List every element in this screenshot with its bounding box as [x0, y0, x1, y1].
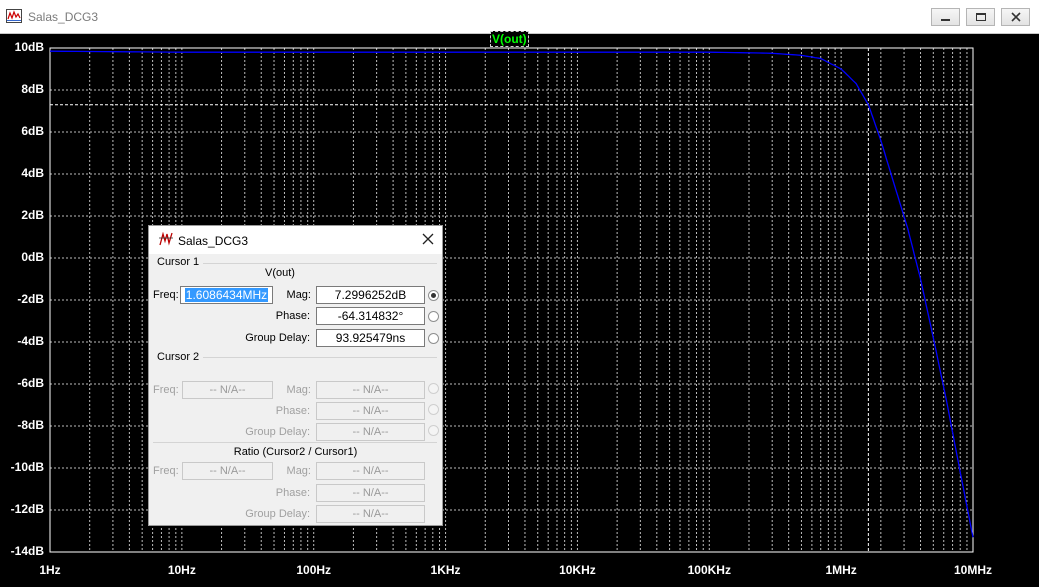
- cursor2-phase-field: -- N/A--: [316, 402, 425, 420]
- y-tick-label: -14dB: [10, 544, 44, 558]
- ratio-gd-field: -- N/A--: [316, 505, 425, 523]
- y-tick-label: 6dB: [21, 124, 44, 138]
- minimize-icon: [941, 19, 950, 21]
- cursor2-phase-label: Phase:: [275, 405, 310, 417]
- cursor-dialog: Salas_DCG3 Cursor 1 V(out) Freq: 1.60864…: [148, 225, 443, 526]
- x-tick-label: 1MHz: [825, 563, 857, 577]
- ratio-phase-label: Phase:: [275, 487, 310, 499]
- y-tick-label: -10dB: [10, 460, 44, 474]
- ratio-mag-field: -- N/A--: [316, 462, 425, 480]
- ratio-mag-label: Mag:: [286, 465, 311, 477]
- y-tick-label: 4dB: [21, 166, 44, 180]
- y-tick-label: 8dB: [21, 82, 44, 96]
- cursor1-mag-field[interactable]: 7.2996252dB: [316, 286, 425, 304]
- divider: [203, 263, 437, 264]
- x-tick-label: 10KHz: [559, 563, 596, 577]
- x-tick-label: 1Hz: [39, 563, 61, 577]
- restore-icon: [976, 13, 986, 21]
- x-tick-label: 10Hz: [167, 563, 196, 577]
- y-tick-label: 0dB: [21, 250, 44, 264]
- window-title: Salas_DCG3: [28, 10, 99, 24]
- cursor1-gd-label: Group Delay:: [245, 332, 310, 344]
- cursor2-gd-label: Group Delay:: [245, 426, 310, 438]
- cursor1-mag-radio[interactable]: [428, 290, 439, 301]
- ratio-phase-field: -- N/A--: [316, 484, 425, 502]
- ratio-freq-label: Freq:: [153, 465, 179, 477]
- divider: [203, 357, 437, 358]
- cursor2-heading: Cursor 2: [157, 351, 200, 363]
- x-tick-label: 10MHz: [953, 563, 992, 577]
- cursor2-mag-radio: [428, 383, 439, 394]
- cursor1-trace: V(out): [265, 267, 295, 279]
- x-tick-label: 100KHz: [687, 563, 731, 577]
- y-tick-label: -12dB: [10, 502, 44, 516]
- cursor1-phase-label: Phase:: [275, 310, 310, 322]
- close-icon: [1011, 12, 1021, 22]
- trace-label-vout[interactable]: V(out): [490, 31, 529, 47]
- dialog-header: Salas_DCG3: [149, 226, 442, 254]
- cursor2-gd-field: -- N/A--: [316, 423, 425, 441]
- y-tick-label: -4dB: [17, 334, 44, 348]
- close-icon[interactable]: [421, 232, 435, 246]
- cursor1-freq-label: Freq:: [153, 289, 179, 301]
- cursor1-freq-field[interactable]: 1.6086434MHz: [180, 286, 273, 304]
- cursor2-gd-radio: [428, 425, 439, 436]
- cursor2-phase-radio: [428, 404, 439, 415]
- dialog-title: Salas_DCG3: [178, 234, 249, 248]
- cursor2-freq-label: Freq:: [153, 384, 179, 396]
- y-tick-label: 10dB: [14, 40, 44, 54]
- y-tick-label: 2dB: [21, 208, 44, 222]
- divider: [153, 442, 437, 443]
- x-tick-label: 1KHz: [430, 563, 461, 577]
- cursor1-phase-radio[interactable]: [428, 311, 439, 322]
- minimize-button[interactable]: [931, 8, 960, 26]
- cursor2-freq-field: -- N/A--: [182, 381, 273, 399]
- y-tick-label: -6dB: [17, 376, 44, 390]
- cursor1-freq-value: 1.6086434MHz: [184, 288, 269, 302]
- close-window-button[interactable]: [1001, 8, 1030, 26]
- cursor1-gd-radio[interactable]: [428, 333, 439, 344]
- cursor1-gd-field[interactable]: 93.925479ns: [316, 329, 425, 347]
- y-tick-label: -2dB: [17, 292, 44, 306]
- cursor1-heading: Cursor 1: [157, 256, 200, 268]
- cursor2-mag-field: -- N/A--: [316, 381, 425, 399]
- cursor1-mag-label: Mag:: [286, 289, 311, 301]
- ltspice-icon: [159, 232, 173, 246]
- ratio-freq-field: -- N/A--: [182, 462, 273, 480]
- window-titlebar: Salas_DCG3: [0, 0, 1039, 34]
- ratio-heading: Ratio (Cursor2 / Cursor1): [233, 446, 358, 458]
- y-tick-label: -8dB: [17, 418, 44, 432]
- cursor1-phase-field[interactable]: -64.314832°: [316, 307, 425, 325]
- restore-button[interactable]: [966, 8, 995, 26]
- waveform-app-icon: [6, 9, 22, 23]
- ratio-gd-label: Group Delay:: [245, 508, 310, 520]
- cursor2-mag-label: Mag:: [286, 384, 311, 396]
- x-tick-label: 100Hz: [296, 563, 332, 577]
